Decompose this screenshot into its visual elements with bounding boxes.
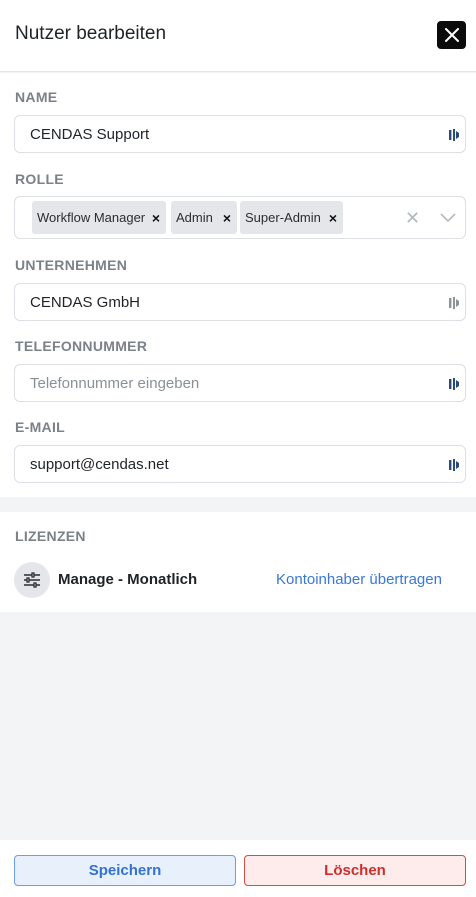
name-input[interactable]: CENDAS Support [14, 115, 466, 153]
save-button[interactable]: Speichern [14, 855, 236, 886]
role-tag-label: Workflow Manager [37, 210, 146, 225]
dialog-footer: Speichern Löschen [0, 840, 476, 897]
chevron-down-icon[interactable] [439, 210, 457, 224]
dialog-header: Nutzer bearbeiten [0, 0, 476, 72]
close-icon [444, 28, 459, 42]
name-value: CENDAS Support [30, 126, 150, 143]
autofill-icon [449, 297, 459, 309]
licenses-section: LIZENZEN Manage - Monatlich Kontoinhaber… [0, 512, 476, 612]
delete-button[interactable]: Löschen [244, 855, 466, 886]
company-input[interactable]: CENDAS GmbH [14, 283, 466, 321]
role-tag-label: Admin [176, 210, 213, 225]
clear-all-icon[interactable]: ✕ [405, 208, 420, 229]
phone-placeholder: Telefonnummer eingeben [30, 375, 200, 392]
licenses-title: LIZENZEN [15, 528, 86, 544]
remove-tag-icon[interactable]: × [152, 210, 160, 226]
email-input[interactable]: support@cendas.net [14, 445, 466, 483]
close-button[interactable] [437, 21, 466, 49]
license-icon-badge [14, 562, 50, 598]
remove-tag-icon[interactable]: × [223, 210, 231, 226]
company-label: UNTERNEHMEN [15, 257, 128, 273]
user-form: NAME CENDAS Support ROLLE Workflow Manag… [0, 73, 476, 497]
transfer-owner-link[interactable]: Kontoinhaber übertragen [276, 571, 442, 588]
role-label: ROLLE [15, 171, 64, 187]
role-tag: Admin × [171, 201, 237, 234]
remove-tag-icon[interactable]: × [329, 210, 337, 226]
autofill-icon [449, 378, 459, 390]
email-value: support@cendas.net [30, 456, 169, 473]
name-label: NAME [15, 89, 58, 105]
phone-input[interactable]: Telefonnummer eingeben [14, 364, 466, 402]
autofill-icon [449, 129, 459, 141]
phone-label: TELEFONNUMMER [15, 338, 148, 354]
email-label: E-MAIL [15, 419, 66, 435]
sliders-icon [24, 572, 40, 588]
role-multiselect[interactable]: Workflow Manager × Admin × Super-Admin ×… [14, 196, 466, 239]
license-name: Manage - Monatlich [58, 571, 198, 588]
company-value: CENDAS GmbH [30, 294, 141, 311]
role-tag-label: Super-Admin [245, 210, 321, 225]
autofill-icon [449, 459, 459, 471]
role-tag: Super-Admin × [240, 201, 343, 234]
role-tag: Workflow Manager × [32, 201, 166, 234]
dialog-title: Nutzer bearbeiten [15, 23, 167, 44]
